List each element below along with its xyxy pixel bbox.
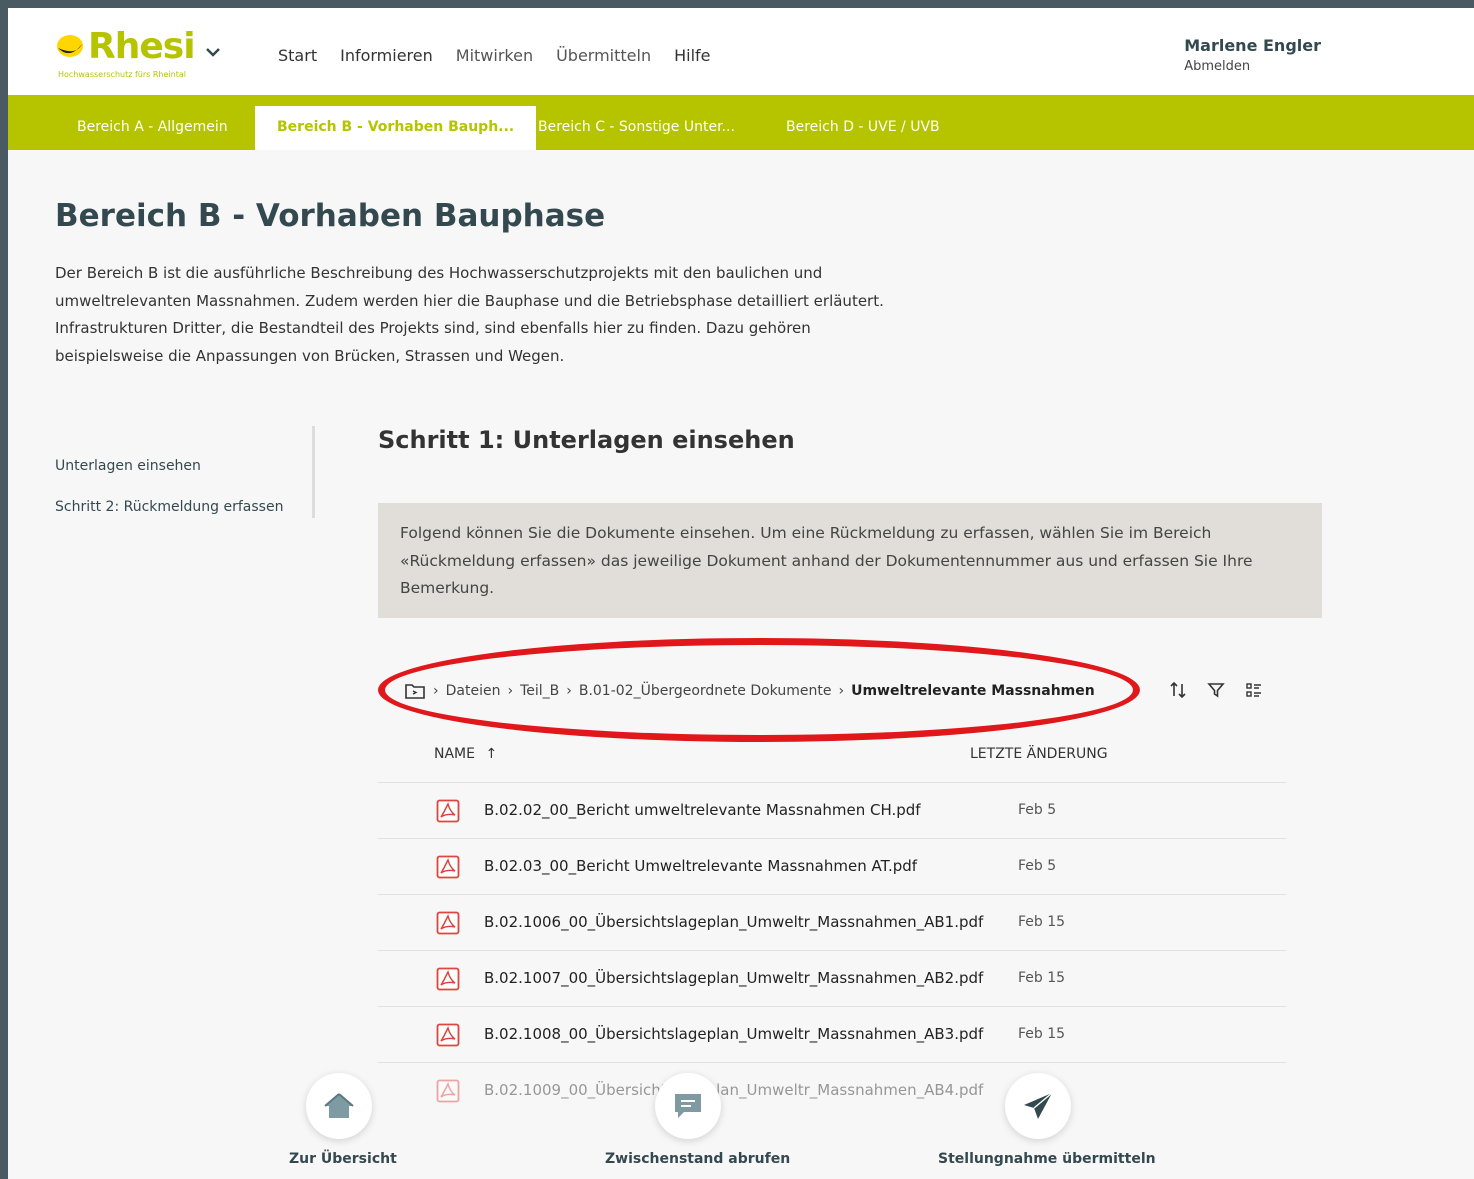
pdf-file-icon: [436, 799, 460, 823]
page-title: Bereich B - Vorhaben Bauphase: [55, 198, 606, 234]
column-date-header[interactable]: LETZTE ÄNDERUNG: [970, 746, 1108, 762]
file-date: Feb 5: [1018, 858, 1057, 874]
pdf-file-icon: [436, 1079, 460, 1103]
main-navigation: Start Informieren Mitwirken Übermitteln …: [278, 46, 734, 65]
home-icon: [324, 1093, 354, 1118]
file-list: NAME ↑ LETZTE ÄNDERUNG B.02.02_00_Berich…: [378, 726, 1286, 1119]
file-toolbar: [1168, 680, 1264, 700]
table-header: NAME ↑ LETZTE ÄNDERUNG: [378, 726, 1286, 783]
breadcrumb-separator: ›: [433, 683, 439, 699]
pdf-file-icon: [436, 967, 460, 991]
logo-tagline: Hochwasserschutz fürs Rheintal: [58, 70, 186, 79]
overview-button[interactable]: [306, 1073, 372, 1139]
sort-ascending-icon: ↑: [485, 746, 498, 762]
breadcrumb-current: Umweltrelevante Massnahmen: [851, 683, 1095, 699]
nav-uebermitteln[interactable]: Übermitteln: [556, 46, 651, 65]
breadcrumb-separator: ›: [566, 683, 572, 699]
logo-text: Rhesi: [88, 26, 196, 67]
file-date: Feb 15: [1018, 1026, 1066, 1042]
tab-bereich-a[interactable]: Bereich A - Allgemein: [55, 106, 250, 150]
sort-icon[interactable]: [1168, 680, 1188, 700]
file-date: Feb 5: [1018, 802, 1057, 818]
tab-bereich-b[interactable]: Bereich B - Vorhaben Bauph...: [255, 106, 537, 150]
filter-icon[interactable]: [1206, 680, 1226, 700]
step-navigation: Unterlagen einsehen Schritt 2: Rückmeldu…: [55, 426, 315, 518]
nav-informieren[interactable]: Informieren: [340, 46, 433, 65]
overview-label[interactable]: Zur Übersicht: [289, 1151, 397, 1167]
breadcrumb-dateien[interactable]: Dateien: [446, 683, 501, 699]
sidenav-rueckmeldung[interactable]: Schritt 2: Rückmeldung erfassen: [55, 499, 283, 515]
file-name[interactable]: B.02.1007_00_Übersichtslageplan_Umweltr_…: [484, 969, 983, 987]
pdf-file-icon: [436, 855, 460, 879]
breadcrumb-separator: ›: [838, 683, 845, 699]
sidenav-unterlagen[interactable]: Unterlagen einsehen: [55, 458, 201, 474]
tab-bereich-d[interactable]: Bereich D - UVE / UVB: [764, 106, 962, 150]
breadcrumb-separator: ›: [507, 683, 514, 699]
file-date: Feb 15: [1018, 970, 1066, 986]
logo-mark-icon: [57, 35, 83, 57]
breadcrumb-teil-b[interactable]: Teil_B: [520, 683, 559, 699]
column-name-header[interactable]: NAME ↑: [434, 746, 497, 762]
browser-viewport: Rhesi Hochwasserschutz fürs Rheintal Sta…: [8, 8, 1474, 1179]
table-row[interactable]: B.02.03_00_Bericht Umweltrelevante Massn…: [378, 839, 1286, 895]
file-name[interactable]: B.02.1006_00_Übersichtslageplan_Umweltr_…: [484, 913, 983, 931]
comment-icon: [675, 1094, 701, 1118]
pdf-file-icon: [436, 911, 460, 935]
file-name[interactable]: B.02.03_00_Bericht Umweltrelevante Massn…: [484, 857, 917, 875]
table-row[interactable]: B.02.1006_00_Übersichtslageplan_Umweltr_…: [378, 895, 1286, 951]
breadcrumb-uebergeordnete[interactable]: B.01-02_Übergeordnete Dokumente: [579, 683, 832, 699]
user-name: Marlene Engler: [1184, 36, 1321, 55]
site-header: Rhesi Hochwasserschutz fürs Rheintal Sta…: [8, 8, 1474, 95]
file-date: Feb 15: [1018, 914, 1066, 930]
user-menu: Marlene Engler Abmelden: [1184, 36, 1321, 74]
column-name-label: NAME: [434, 746, 475, 762]
table-row[interactable]: B.02.1009_00_Übersichtslageplan_Umweltr_…: [378, 1063, 1286, 1119]
file-name[interactable]: B.02.1008_00_Übersichtslageplan_Umweltr_…: [484, 1025, 983, 1043]
tab-bereich-c[interactable]: Bereich C - Sonstige Unter...: [516, 106, 757, 150]
submit-label[interactable]: Stellungnahme übermitteln: [938, 1151, 1156, 1167]
pdf-file-icon: [436, 1023, 460, 1047]
intro-text: Der Bereich B ist die ausführliche Besch…: [55, 264, 884, 365]
nav-hilfe[interactable]: Hilfe: [674, 46, 710, 65]
submit-button[interactable]: [1005, 1073, 1071, 1139]
section-tabs: Bereich A - Allgemein Bereich B - Vorhab…: [8, 95, 1474, 150]
folder-icon[interactable]: [404, 682, 426, 700]
table-row[interactable]: B.02.02_00_Bericht umweltrelevante Massn…: [378, 783, 1286, 839]
send-icon: [1024, 1092, 1053, 1119]
table-row[interactable]: B.02.1007_00_Übersichtslageplan_Umweltr_…: [378, 951, 1286, 1007]
nav-mitwirken[interactable]: Mitwirken: [456, 46, 533, 65]
interim-button[interactable]: [655, 1073, 721, 1139]
view-options-icon[interactable]: [1244, 680, 1264, 700]
chevron-down-icon[interactable]: [205, 46, 221, 58]
nav-start[interactable]: Start: [278, 46, 317, 65]
step-title: Schritt 1: Unterlagen einsehen: [378, 426, 795, 454]
file-name[interactable]: B.02.02_00_Bericht umweltrelevante Massn…: [484, 801, 921, 819]
table-row[interactable]: B.02.1008_00_Übersichtslageplan_Umweltr_…: [378, 1007, 1286, 1063]
logout-link[interactable]: Abmelden: [1184, 59, 1321, 74]
rhesi-logo[interactable]: Rhesi Hochwasserschutz fürs Rheintal: [56, 26, 236, 88]
interim-label[interactable]: Zwischenstand abrufen: [605, 1151, 790, 1167]
info-box: Folgend können Sie die Dokumente einsehe…: [378, 503, 1322, 618]
breadcrumb: › Dateien › Teil_B › B.01-02_Übergeordne…: [404, 680, 1095, 702]
file-name[interactable]: B.02.1009_00_Übersichtslageplan_Umweltr_…: [484, 1081, 983, 1099]
